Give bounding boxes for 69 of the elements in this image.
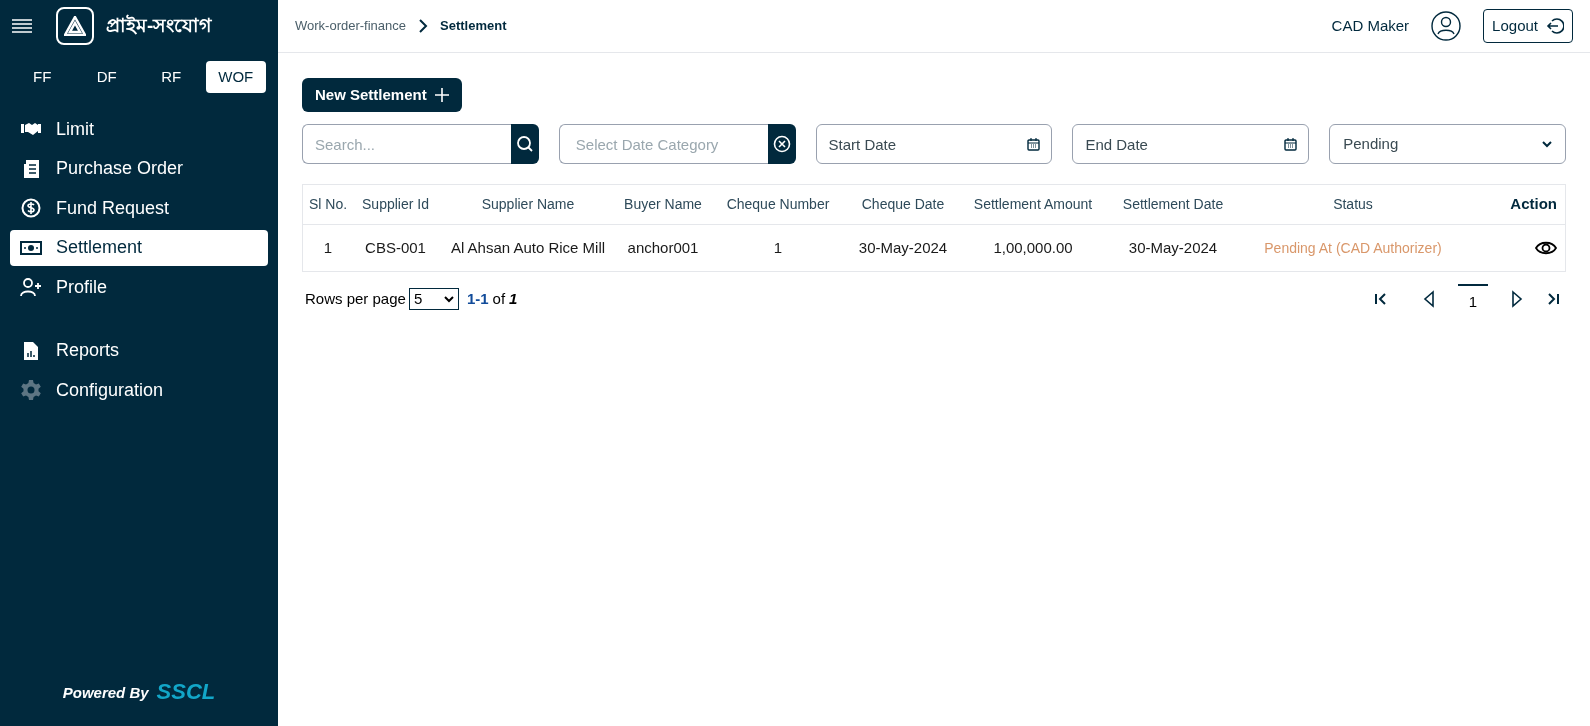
chevron-down-icon <box>1542 140 1552 148</box>
rows-per-page-label: Rows per page <box>305 288 406 309</box>
handshake-icon <box>18 121 44 137</box>
table-cell-text: 1,00,000.00 <box>992 237 1074 258</box>
logout-button[interactable]: Logout <box>1483 9 1573 43</box>
search-field[interactable]: Search... <box>302 124 511 164</box>
total-count: 1 <box>509 288 518 309</box>
page-button[interactable]: 1 <box>1458 284 1488 314</box>
table-cell-text: CBS-001 <box>364 237 427 258</box>
logo-icon <box>56 7 94 45</box>
first-page-icon[interactable] <box>1374 292 1388 306</box>
chevron-right-icon <box>418 19 429 33</box>
previous-page-icon[interactable] <box>1422 290 1436 308</box>
logout-icon <box>1546 17 1564 35</box>
date-category-field[interactable]: Select Date Category <box>558 124 768 164</box>
column-header: Settlement Date <box>1121 195 1225 214</box>
column-header: Supplier Name <box>480 195 576 214</box>
nav-item[interactable]: Fund Request <box>10 190 268 226</box>
user-name: CAD Maker <box>1331 15 1410 36</box>
module-tab[interactable]: DF <box>76 61 137 93</box>
breadcrumb-current: Settlement <box>440 17 507 36</box>
page-range: 1-1 <box>466 288 489 309</box>
column-header: Action <box>1509 194 1558 215</box>
next-page-icon[interactable] <box>1510 290 1524 308</box>
nav-item[interactable]: Limit <box>10 111 268 147</box>
module-tab[interactable]: RF <box>141 61 202 93</box>
column-header: Supplier Id <box>361 195 430 214</box>
banknote-icon <box>18 239 44 256</box>
table-cell-text: 1 <box>772 237 784 258</box>
brand-name: প্রাইম-সংযোগ <box>106 13 212 38</box>
powered-by-label: Powered By <box>62 682 149 703</box>
table-cell-text: 1 <box>322 237 334 258</box>
module-tab[interactable]: FF <box>12 61 73 93</box>
company-name: SSCL <box>156 680 216 704</box>
plus-icon <box>434 88 449 102</box>
nav-item[interactable]: Reports <box>10 332 268 369</box>
add-user-icon <box>18 277 44 297</box>
nav-item[interactable]: Settlement <box>10 229 268 266</box>
nav-item[interactable]: Purchase Order <box>10 150 268 187</box>
of-label: of <box>492 288 506 309</box>
status-select[interactable]: Pending <box>1329 124 1566 164</box>
table-cell-text: anchor001 <box>626 237 700 258</box>
table-cell-text: 30-May-2024 <box>1127 237 1219 258</box>
column-header: Sl No. <box>307 195 349 214</box>
column-header: Settlement Amount <box>972 195 1094 214</box>
nav-item[interactable]: Configuration <box>10 372 268 408</box>
clear-icon[interactable] <box>767 124 796 164</box>
column-header: Cheque Number <box>725 195 831 214</box>
end-date-field[interactable]: End Date <box>1072 124 1310 164</box>
column-header: Status <box>1332 195 1374 214</box>
breadcrumb-link[interactable]: Work-order-finance <box>295 16 407 36</box>
nav-item[interactable]: Profile <box>10 269 268 305</box>
new-settlement-button[interactable]: New Settlement <box>302 78 462 112</box>
chevron-down-icon <box>443 295 454 303</box>
settings-icon <box>18 379 44 401</box>
search-icon[interactable] <box>510 124 539 164</box>
user-avatar-icon[interactable] <box>1431 11 1462 41</box>
last-page-icon[interactable] <box>1546 292 1560 306</box>
module-tab[interactable]: WOF <box>205 61 266 93</box>
start-date-field[interactable]: Start Date <box>815 124 1053 164</box>
calendar-icon <box>1027 137 1041 151</box>
status-text: Pending At (CAD Authorizer) <box>1263 238 1443 258</box>
column-header: Cheque Date <box>860 195 946 214</box>
calendar-icon <box>1284 137 1298 151</box>
column-header: Buyer Name <box>623 195 703 214</box>
rows-per-page-select[interactable]: 5 <box>408 288 459 310</box>
menu-icon[interactable] <box>12 18 32 34</box>
table-cell-text: 30-May-2024 <box>857 237 949 258</box>
table-cell-text: Al Ahsan Auto Rice Mill <box>449 237 607 258</box>
